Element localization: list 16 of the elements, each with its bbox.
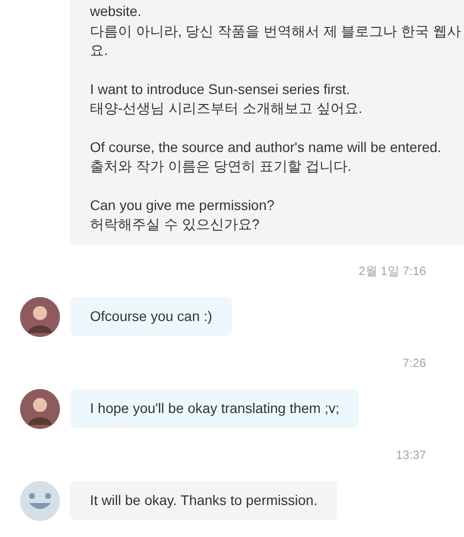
message-text: Can you give me permission? [90,196,276,215]
message-text: It will be okay. Thanks to permission. [90,490,318,510]
message-text: 허락해주실 수 있으신가요? [90,215,261,234]
timestamp: 2월 1일 7:16 [358,262,426,280]
timestamp: 13:37 [396,446,426,464]
message-text: 요. [90,41,109,60]
message-text: I hope you'll be okay translating them ;v; [90,398,340,418]
message-text: 다름이 아니라, 당신 작품을 번역해서 제 블로그나 한국 웹사 [90,22,462,40]
message-text: 태양-선생님 시리즈부터 소개해보고 싶어요. [90,99,364,118]
message-text: I want to introduce Sun-sensei series first. [90,80,351,98]
message-text: 출처와 작가 이름은 당연히 표기할 겁니다. [90,157,352,176]
avatar-icon [20,480,60,520]
message-text: website. [90,2,142,21]
message-text: Ofcourse you can :) [90,306,212,326]
message-text: Of course, the source and author's name will be entered. [90,138,442,156]
timestamp: 7:26 [402,354,426,372]
